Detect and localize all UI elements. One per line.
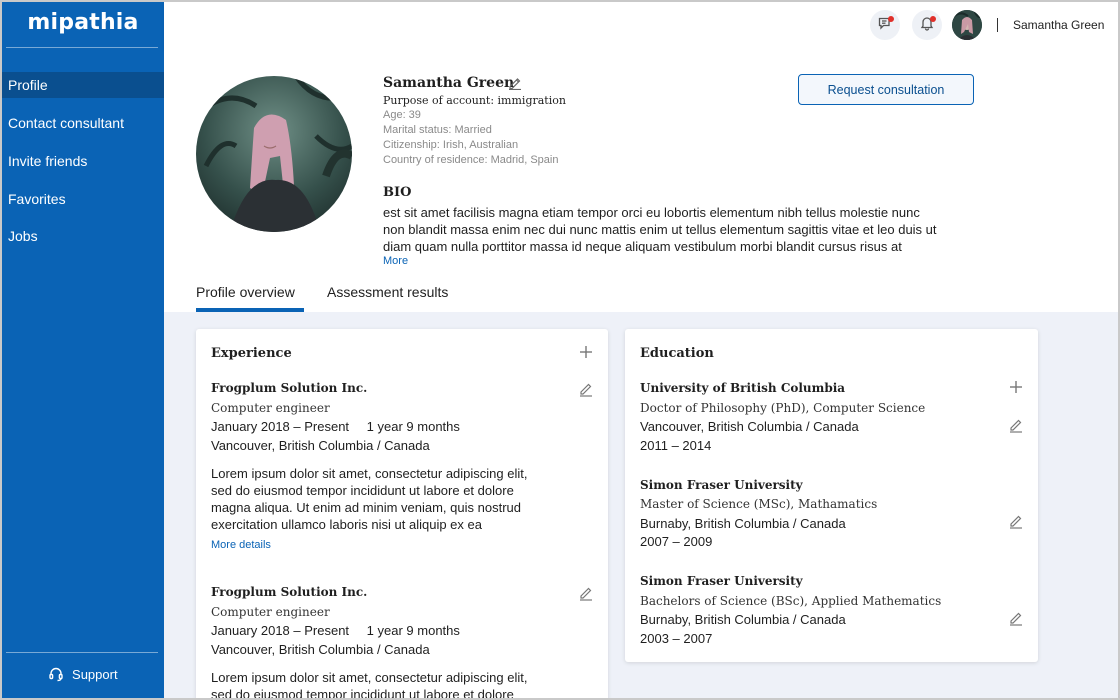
education-years: 2007 – 2009 bbox=[640, 534, 713, 549]
education-school: Simon Fraser University bbox=[640, 574, 803, 588]
description-line: exercitation ullamco laboris nisi ut ali… bbox=[211, 517, 482, 532]
education-card: Education University of British Columbia… bbox=[625, 329, 1038, 662]
profile-marital-status: Marital status: Married bbox=[383, 124, 492, 136]
education-years: 2011 – 2014 bbox=[640, 438, 712, 453]
education-title: Education bbox=[640, 346, 714, 361]
edit-experience-icon[interactable] bbox=[579, 585, 593, 606]
experience-title: Experience bbox=[211, 346, 292, 361]
edit-education-icon[interactable] bbox=[1009, 513, 1023, 534]
user-avatar[interactable] bbox=[952, 10, 982, 40]
profile-overview-panel: Experience Frogplum Solution Inc. Comput… bbox=[164, 312, 1118, 700]
experience-role: Computer engineer bbox=[211, 605, 330, 619]
bio-title: BIO bbox=[383, 185, 412, 200]
top-bar: Samantha Green bbox=[164, 2, 1118, 50]
experience-role: Computer engineer bbox=[211, 401, 330, 415]
topbar-divider bbox=[997, 18, 998, 32]
experience-date-range: January 2018 – Present bbox=[211, 623, 350, 638]
experience-location: Vancouver, British Columbia / Canada bbox=[211, 642, 430, 657]
edit-name-icon[interactable] bbox=[508, 76, 522, 95]
profile-photo bbox=[196, 76, 352, 232]
sidebar-item-profile[interactable]: Profile bbox=[2, 72, 164, 98]
headset-icon bbox=[48, 667, 72, 682]
notification-dot bbox=[888, 16, 894, 22]
sidebar-item-favorites[interactable]: Favorites bbox=[2, 186, 164, 212]
description-line: sed do eiusmod tempor incididunt ut labo… bbox=[211, 483, 514, 498]
experience-company: Frogplum Solution Inc. bbox=[211, 585, 368, 599]
request-consultation-button[interactable]: Request consultation bbox=[798, 74, 974, 105]
education-location: Vancouver, British Columbia / Canada bbox=[640, 419, 859, 434]
app-window: mipathia Profile Contact consultant Invi… bbox=[0, 0, 1120, 700]
edit-experience-icon[interactable] bbox=[579, 381, 593, 402]
tab-assessment-results[interactable]: Assessment results bbox=[327, 284, 448, 300]
profile-header: Samantha Green Purpose of account: immig… bbox=[164, 50, 1118, 312]
sidebar-divider bbox=[6, 47, 158, 48]
bio-text: est sit amet facilisis magna etiam tempo… bbox=[383, 204, 983, 255]
education-location: Burnaby, British Columbia / Canada bbox=[640, 516, 846, 531]
experience-duration: 1 year 9 months bbox=[366, 623, 460, 638]
description-line: sed do eiusmod tempor incididunt ut labo… bbox=[211, 687, 514, 700]
education-location: Burnaby, British Columbia / Canada bbox=[640, 612, 846, 627]
profile-age: Age: 39 bbox=[383, 109, 421, 121]
edit-education-icon[interactable] bbox=[1009, 417, 1023, 438]
add-education-icon[interactable] bbox=[1009, 380, 1023, 399]
experience-description: Lorem ipsum dolor sit amet, consectetur … bbox=[211, 669, 571, 700]
description-line: magna aliqua. Ut enim ad minim veniam, q… bbox=[211, 500, 521, 515]
sidebar-item-contact-consultant[interactable]: Contact consultant bbox=[2, 110, 164, 136]
description-line: Lorem ipsum dolor sit amet, consectetur … bbox=[211, 466, 528, 481]
more-details-link[interactable]: More details bbox=[211, 539, 271, 551]
profile-name: Samantha Green bbox=[383, 75, 515, 91]
education-school: University of British Columbia bbox=[640, 381, 846, 395]
bio-more-link[interactable]: More bbox=[383, 255, 408, 267]
education-degree: Doctor of Philosophy (PhD), Computer Sci… bbox=[640, 401, 926, 415]
education-school: Simon Fraser University bbox=[640, 478, 803, 492]
experience-dates: January 2018 – Present 1 year 9 months bbox=[211, 419, 460, 434]
experience-duration: 1 year 9 months bbox=[366, 419, 460, 434]
description-line: Lorem ipsum dolor sit amet, consectetur … bbox=[211, 670, 528, 685]
experience-card: Experience Frogplum Solution Inc. Comput… bbox=[196, 329, 608, 700]
add-experience-icon[interactable] bbox=[579, 345, 593, 364]
sidebar-item-jobs[interactable]: Jobs bbox=[2, 223, 164, 249]
profile-citizenship: Citizenship: Irish, Australian bbox=[383, 139, 519, 151]
education-degree: Master of Science (MSc), Mathamatics bbox=[640, 497, 878, 511]
notification-dot bbox=[930, 16, 936, 22]
experience-company: Frogplum Solution Inc. bbox=[211, 381, 368, 395]
support-label: Support bbox=[72, 667, 118, 682]
education-years: 2003 – 2007 bbox=[640, 631, 713, 646]
sidebar-item-invite-friends[interactable]: Invite friends bbox=[2, 148, 164, 174]
profile-country: Country of residence: Madrid, Spain bbox=[383, 154, 559, 166]
experience-description: Lorem ipsum dolor sit amet, consectetur … bbox=[211, 465, 571, 533]
bio-line: non blandit massa enim nec dui nunc matt… bbox=[383, 222, 937, 237]
bio-line: diam quam nulla porttitor massa id neque… bbox=[383, 239, 902, 254]
notifications-button[interactable] bbox=[912, 10, 942, 40]
experience-location: Vancouver, British Columbia / Canada bbox=[211, 438, 430, 453]
chat-button[interactable] bbox=[870, 10, 900, 40]
education-degree: Bachelors of Science (BSc), Applied Math… bbox=[640, 594, 942, 608]
user-name[interactable]: Samantha Green bbox=[1013, 18, 1104, 32]
experience-dates: January 2018 – Present 1 year 9 months bbox=[211, 623, 460, 638]
edit-education-icon[interactable] bbox=[1009, 610, 1023, 631]
tab-profile-overview[interactable]: Profile overview bbox=[196, 284, 295, 300]
support-link[interactable]: Support bbox=[2, 666, 164, 682]
logo[interactable]: mipathia bbox=[2, 10, 164, 35]
sidebar-divider-bottom bbox=[6, 652, 158, 653]
experience-date-range: January 2018 – Present bbox=[211, 419, 350, 434]
sidebar: mipathia Profile Contact consultant Invi… bbox=[2, 2, 164, 698]
profile-purpose: Purpose of account: immigration bbox=[383, 94, 566, 107]
bio-line: est sit amet facilisis magna etiam tempo… bbox=[383, 205, 920, 220]
